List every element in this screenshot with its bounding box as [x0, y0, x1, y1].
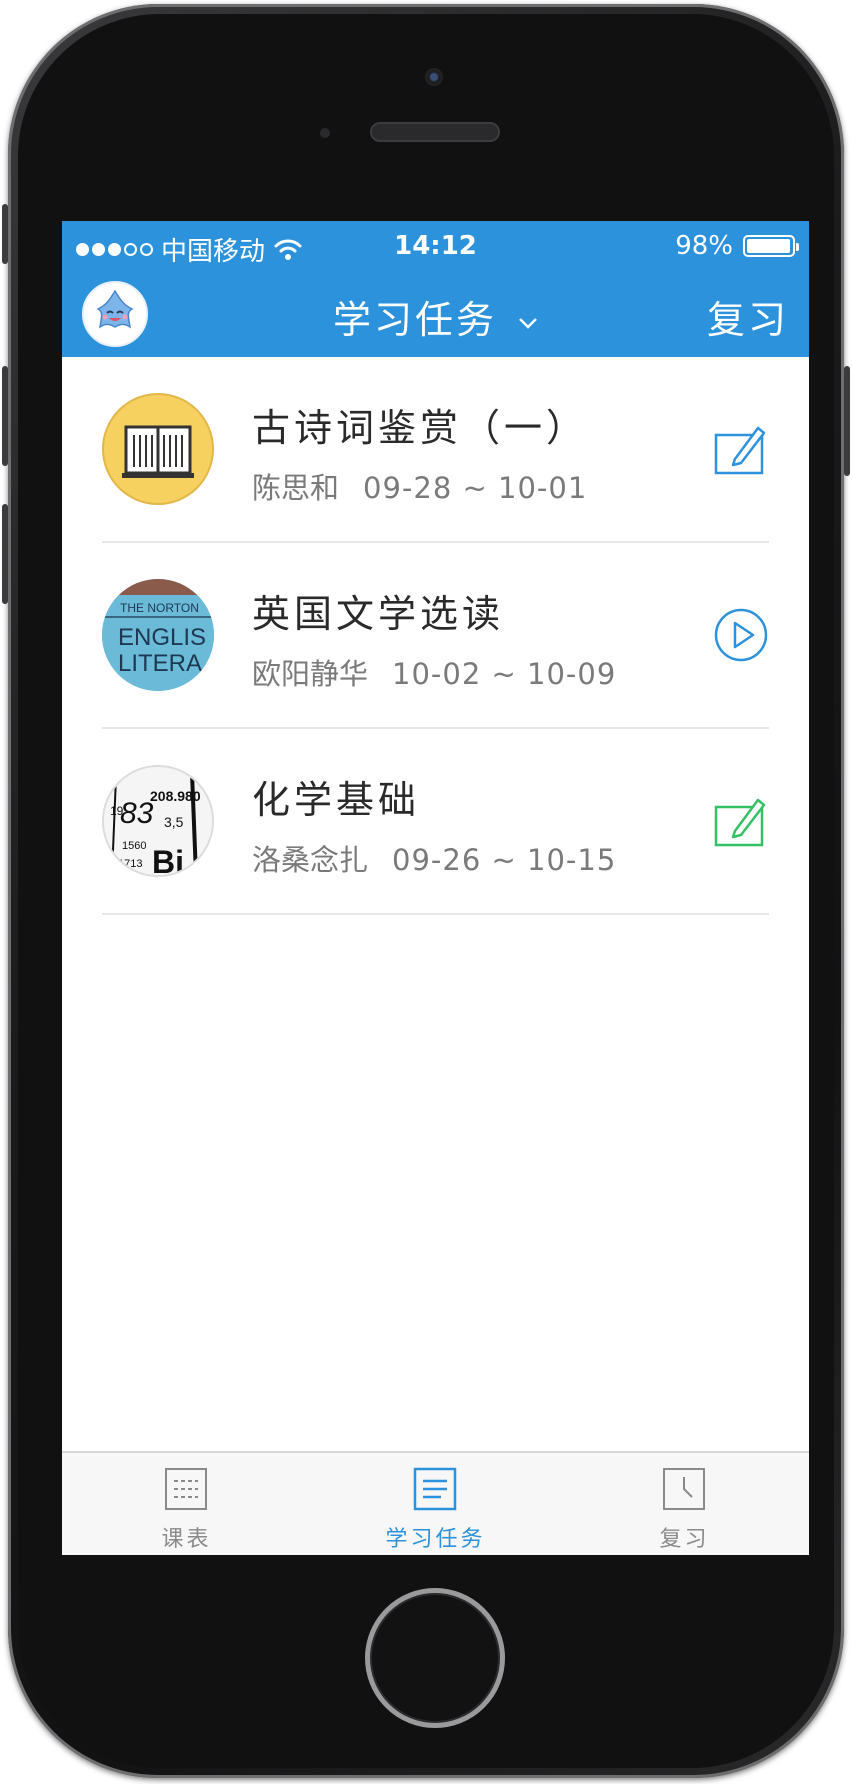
task-thumb: 19 83 208.980 3,5 1560 1713 Bi [102, 765, 214, 877]
task-thumb [102, 393, 214, 505]
photo-text-83: 83 [120, 797, 154, 830]
nav-title-dropdown[interactable]: 学习任务 [62, 289, 809, 344]
edit-icon[interactable] [713, 421, 769, 477]
clock-icon [663, 1468, 705, 1510]
earpiece-speaker [370, 122, 500, 142]
home-button[interactable] [365, 1588, 505, 1728]
task-item[interactable]: 古诗词鉴赏（一） 陈思和 09-28 ~ 10-01 [102, 357, 769, 543]
play-icon[interactable] [713, 607, 769, 663]
timetable-icon [165, 1468, 207, 1510]
tab-label: 课表 [161, 1527, 212, 1552]
status-bar: 中国移动 14:12 98% [62, 221, 809, 271]
task-meta: 陈思和 09-28 ~ 10-01 [252, 465, 587, 507]
task-teacher: 欧阳静华 [252, 657, 369, 691]
task-date-range: 09-28 ~ 10-01 [363, 471, 588, 505]
nav-bar: 学习任务 复习 [62, 271, 809, 357]
task-meta: 洛桑念扎 09-26 ~ 10-15 [252, 837, 616, 879]
review-nav-button[interactable]: 复习 [707, 289, 789, 344]
mute-switch [2, 204, 8, 264]
phone-frame: 中国移动 14:12 98% 学习任务 复习 古诗词鉴赏（一） 陈思和 09-2… [2, 4, 850, 1778]
tab-timetable[interactable]: 课表 [62, 1453, 311, 1555]
tab-review[interactable]: 复习 [560, 1453, 809, 1555]
task-title: 古诗词鉴赏（一） [252, 406, 589, 450]
app-screen: 中国移动 14:12 98% 学习任务 复习 古诗词鉴赏（一） 陈思和 09-2… [62, 221, 809, 1555]
cover-text-english: ENGLIS [118, 624, 206, 651]
task-item[interactable]: THE NORTON ENGLIS LITERA 英国文学选读 欧阳静华 10-0… [102, 543, 769, 729]
battery-fill [747, 239, 791, 253]
task-title: 化学基础 [252, 778, 421, 822]
nav-title-text: 学习任务 [332, 298, 497, 342]
front-camera [425, 68, 443, 86]
photo-text-1713: 1713 [118, 858, 142, 870]
photo-text-1560: 1560 [122, 840, 146, 852]
task-item[interactable]: 19 83 208.980 3,5 1560 1713 Bi 化学基础 洛桑念扎… [102, 729, 769, 915]
task-list: 古诗词鉴赏（一） 陈思和 09-28 ~ 10-01 THE NORTON EN… [62, 357, 809, 915]
power-button [844, 366, 850, 476]
volume-up-button [2, 366, 8, 466]
task-list-icon [413, 1467, 457, 1511]
photo-text-bi: Bi [152, 844, 184, 875]
battery-percent: 98% [675, 231, 733, 261]
status-right: 98% [675, 231, 799, 261]
battery-icon [743, 235, 799, 257]
tab-label: 学习任务 [385, 1527, 486, 1552]
book-icon [122, 425, 194, 478]
periodic-table-photo: 19 83 208.980 3,5 1560 1713 Bi [104, 767, 212, 875]
tab-label: 复习 [659, 1527, 710, 1552]
task-date-range: 10-02 ~ 10-09 [392, 657, 617, 691]
photo-text-valence: 3,5 [164, 814, 184, 830]
task-teacher: 洛桑念扎 [252, 843, 369, 877]
cover-text-norton: THE NORTON [120, 601, 199, 615]
tab-bar: 课表 学习任务 复习 [62, 1451, 809, 1555]
task-date-range: 09-26 ~ 10-15 [392, 843, 617, 877]
task-teacher: 陈思和 [252, 471, 340, 505]
proximity-sensor [320, 128, 330, 138]
task-meta: 欧阳静华 10-02 ~ 10-09 [252, 651, 616, 693]
chevron-down-icon [519, 317, 537, 329]
cover-text-literature: LITERA [118, 650, 202, 677]
task-thumb: THE NORTON ENGLIS LITERA [102, 579, 214, 691]
task-title: 英国文学选读 [252, 592, 505, 636]
norton-english-literature-cover: THE NORTON ENGLIS LITERA [102, 579, 214, 691]
photo-text-mass: 208.980 [150, 788, 201, 804]
tab-study-tasks[interactable]: 学习任务 [311, 1453, 560, 1555]
edit-icon[interactable] [713, 793, 769, 849]
volume-down-button [2, 504, 8, 604]
